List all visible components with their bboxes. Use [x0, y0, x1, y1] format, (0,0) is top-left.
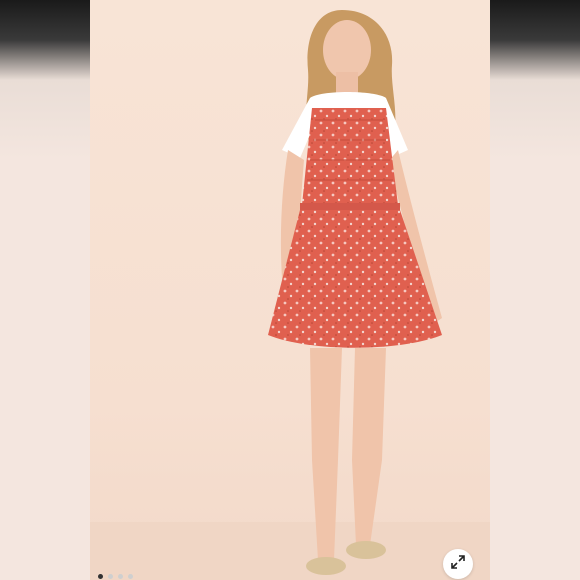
carousel-indicator — [98, 574, 133, 579]
expand-arrows-icon — [450, 554, 466, 575]
carousel-dot[interactable] — [118, 574, 123, 579]
right-blurred-margin — [490, 0, 580, 580]
left-blurred-margin — [0, 0, 90, 580]
carousel-dot[interactable] — [128, 574, 133, 579]
carousel-dot[interactable] — [108, 574, 113, 579]
carousel-dot[interactable] — [98, 574, 103, 579]
expand-image-button[interactable] — [443, 549, 473, 579]
model-in-dress-illustration — [268, 10, 442, 575]
product-photo[interactable]: 0 — [90, 0, 490, 580]
